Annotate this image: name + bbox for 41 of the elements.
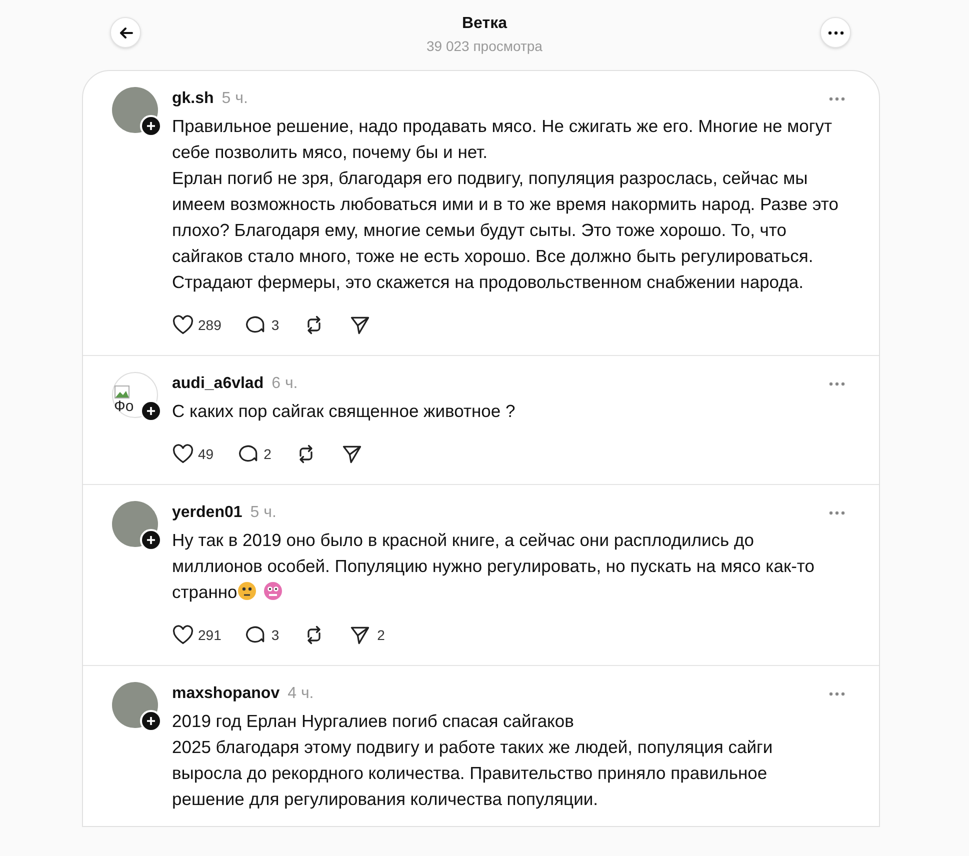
heart-icon (172, 315, 194, 335)
share-icon (341, 443, 364, 465)
heart-icon (172, 444, 194, 464)
post-text: Правильное решение, надо продавать мясо. Не сжигать же его. Многие не могут себе позволить мясо, почему бы и нет. (172, 115, 834, 164)
username-link[interactable]: audi_a6vlad (172, 372, 264, 396)
more-icon (828, 30, 844, 34)
more-icon (829, 692, 845, 696)
post-text: 2025 благодаря этому подвигу и работе таких же людей, популяция сайги выросла до рекордного количества. Правительство приняло правильное решение для регулирования количества популяции. (172, 736, 774, 811)
avatar-alt-text: Фо (114, 399, 134, 415)
like-button[interactable]: 291 (170, 619, 224, 651)
post-text: 2019 год Ерлан Нургалиев погиб спасая сайгаков (172, 710, 575, 733)
view-count: 39 023 просмотра (426, 37, 542, 56)
share-button[interactable]: 2 (347, 619, 387, 651)
username-link[interactable]: maxshopanov (172, 682, 280, 706)
username-link[interactable]: gk.sh (172, 87, 214, 111)
more-button[interactable] (820, 17, 851, 48)
heart-icon (172, 625, 194, 645)
back-button[interactable] (110, 17, 141, 48)
post-time: 6 ч. (272, 374, 298, 394)
more-icon (829, 382, 845, 386)
more-icon (829, 97, 845, 101)
reply-button[interactable]: 2 (236, 438, 274, 470)
back-arrow-icon (118, 26, 132, 38)
emoji-icon (263, 581, 284, 601)
post-time: 5 ч. (250, 503, 276, 523)
post-time: 5 ч. (222, 89, 248, 109)
like-button[interactable]: 289 (170, 309, 224, 341)
like-button[interactable]: 49 (170, 438, 216, 470)
emoji-icon (237, 581, 258, 601)
share-icon (349, 624, 372, 646)
username-link[interactable]: yerden01 (172, 501, 242, 525)
reply-button[interactable]: 3 (243, 619, 282, 651)
share-icon (349, 314, 372, 336)
page-title: Ветка (462, 14, 507, 34)
reply-button[interactable]: 3 (243, 309, 282, 341)
post-text: Ну так в 2019 оно было в красной книге, а сейчас они расплодились до миллионов особей. Популяцию нужно регулировать, но пускать на мясо как-то странно (172, 529, 816, 604)
post-text: С каких пор сайгак священное животное ? (172, 400, 516, 423)
broken-image-icon (114, 385, 130, 399)
more-icon (829, 511, 845, 515)
post-text: Ерлан погиб не зря, благодаря его подвигу, популяция разрослась, сейчас мы имеем возможность любоваться ими и в то же время накормить народ. Разве это плохо? Благодаря ему, многие семьи будут сыты. Это тоже хорошо. То, что сайгаков стало много, тоже не есть хорошо. Все должно быть регулироваться. Страдают фермеры, это скажется на продовольственном снабжении народа. (172, 167, 840, 294)
post-time: 4 ч. (288, 684, 314, 704)
